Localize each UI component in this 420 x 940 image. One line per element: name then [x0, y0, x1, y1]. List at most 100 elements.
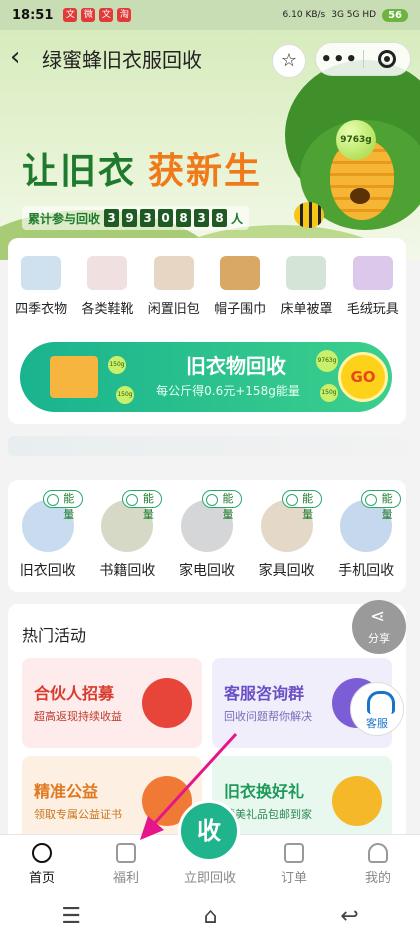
activity-charity[interactable]: 精准公益 领取专属公益证书	[22, 756, 202, 846]
counter-digit: 9	[122, 209, 138, 227]
bedding-icon	[286, 256, 327, 290]
service-clothes-recycle[interactable]: 能量 旧衣回收	[13, 490, 83, 592]
activity-partner-recruit[interactable]: 合伙人招募 超高返现持续收益	[22, 658, 202, 748]
category-item-shoes[interactable]: 各类鞋靴	[75, 256, 139, 317]
slogan-part-1: 让旧衣	[22, 151, 137, 192]
tab-home[interactable]: 首页	[0, 835, 84, 892]
section-title: 热门活动	[22, 626, 87, 645]
share-button[interactable]: 分享	[352, 600, 406, 654]
back-icon[interactable]: ‹	[10, 44, 34, 70]
category-label: 帽子围巾	[214, 302, 267, 317]
activity-title: 旧衣换好礼	[224, 782, 305, 801]
notification-icon: 文	[63, 8, 78, 22]
category-card: 四季衣物 各类鞋靴 闲置旧包 帽子围巾 床单被罩 毛绒玩具 150g 150g …	[8, 238, 406, 424]
energy-dot: 150g	[108, 356, 126, 374]
category-item-bags[interactable]: 闲置旧包	[142, 256, 206, 317]
favorite-star-icon[interactable]: ☆	[272, 44, 306, 78]
gift-icon	[332, 776, 382, 826]
hat-icon	[220, 256, 261, 290]
go-button[interactable]: GO	[338, 352, 388, 402]
service-label: 家电回收	[178, 563, 235, 579]
category-item-hats[interactable]: 帽子围巾	[208, 256, 272, 317]
energy-tag: 能量	[281, 490, 322, 521]
tab-label: 我的	[364, 871, 391, 886]
battery-icon: 56	[382, 8, 408, 22]
energy-bubble[interactable]: 9763g	[336, 120, 376, 160]
notification-icon: 文	[99, 8, 114, 22]
shoes-icon	[87, 256, 128, 290]
service-label: 手机回收	[338, 563, 395, 579]
tab-label: 首页	[28, 871, 55, 886]
category-label: 闲置旧包	[147, 302, 200, 317]
activity-subtitle: 回收问题帮你解决	[224, 710, 312, 723]
banner-title: 旧衣物回收	[186, 354, 286, 378]
recycle-now-button[interactable]: 收	[178, 800, 240, 862]
category-label: 各类鞋靴	[81, 302, 134, 317]
order-icon	[284, 843, 304, 863]
category-list: 四季衣物 各类鞋靴 闲置旧包 帽子围巾 床单被罩 毛绒玩具	[8, 238, 406, 317]
service-appliance-recycle[interactable]: 能量 家电回收	[172, 490, 242, 592]
category-item-clothes[interactable]: 四季衣物	[9, 256, 73, 317]
slogan-part-2: 获新生	[148, 151, 263, 192]
bee-icon	[294, 202, 324, 228]
tab-mine[interactable]: 我的	[336, 835, 420, 892]
user-icon	[368, 843, 388, 863]
notification-icons: 文 微 文 淘	[63, 8, 132, 22]
activity-subtitle: 超高返现持续收益	[34, 710, 122, 723]
energy-tag: 能量	[201, 490, 242, 521]
category-label: 床单被罩	[280, 302, 333, 317]
welfare-icon	[116, 843, 136, 863]
more-icon[interactable]: •••	[316, 49, 363, 70]
service-label: 书籍回收	[99, 563, 156, 579]
service-phone-recycle[interactable]: 能量 手机回收	[331, 490, 402, 592]
navigation-bar: ‹ 绿蜜蜂旧衣服回收 ☆ •••	[0, 30, 420, 86]
signal-icon: 3G 5G HD	[331, 10, 377, 20]
share-label: 分享	[368, 632, 390, 645]
activity-title: 合伙人招募	[34, 684, 115, 703]
service-furniture-recycle[interactable]: 能量 家具回收	[252, 490, 322, 592]
participant-counter: 累计参与回收 3 9 3 0 8 3 8 人	[22, 206, 250, 230]
bag-icon	[153, 256, 194, 290]
home-icon	[32, 843, 52, 863]
counter-unit: 人	[231, 211, 244, 226]
tab-orders[interactable]: 订单	[252, 835, 336, 892]
counter-digit: 3	[140, 209, 156, 227]
status-bar: 18:51 文 微 文 淘 6.10 KB/s 3G 5G HD 56	[0, 0, 420, 30]
category-label: 四季衣物	[15, 302, 68, 317]
target-icon	[377, 50, 396, 68]
energy-tag: 能量	[42, 490, 83, 521]
tab-label: 订单	[280, 871, 307, 886]
activity-title: 客服咨询群	[224, 684, 305, 703]
category-label: 毛绒玩具	[346, 302, 399, 317]
tab-welfare[interactable]: 福利	[84, 835, 168, 892]
counter-digits: 3 9 3 0 8 3 8	[104, 209, 228, 227]
clothes-icon	[21, 256, 62, 290]
net-speed: 6.10 KB/s	[282, 10, 326, 20]
system-navigation-bar: ☰ ⌂ ↩	[0, 892, 420, 940]
banner-subtitle: 每公斤得0.6元+158g能量	[156, 384, 300, 398]
tab-label: 福利	[112, 871, 139, 886]
menu-icon[interactable]: ☰	[61, 904, 81, 929]
back-nav-icon[interactable]: ↩	[340, 904, 358, 929]
service-label: 家具回收	[258, 563, 315, 579]
notification-icon: 淘	[117, 8, 132, 22]
category-item-toys[interactable]: 毛绒玩具	[341, 256, 405, 317]
energy-tag: 能量	[122, 490, 163, 521]
customer-service-label: 客服	[366, 717, 388, 730]
hero-slogan: 让旧衣 获新生	[22, 142, 262, 194]
customer-service-button[interactable]: 客服	[350, 682, 404, 736]
activity-title: 精准公益	[34, 782, 99, 801]
category-item-bedding[interactable]: 床单被罩	[274, 256, 338, 317]
service-book-recycle[interactable]: 能量 书籍回收	[92, 490, 163, 592]
home-nav-icon[interactable]: ⌂	[204, 904, 218, 929]
counter-label: 累计参与回收	[28, 211, 101, 226]
service-label: 旧衣回收	[19, 563, 76, 579]
beehive-hole	[350, 188, 370, 204]
activity-subtitle: 领取专属公益证书	[34, 808, 122, 821]
energy-tag: 能量	[361, 490, 402, 521]
close-miniprogram-button[interactable]	[363, 50, 410, 68]
notification-icon: 微	[81, 8, 96, 22]
page-title: 绿蜜蜂旧衣服回收	[42, 47, 202, 72]
plush-toy-icon	[352, 256, 393, 290]
clothes-recycle-banner[interactable]: 150g 150g 9763g 150g 旧衣物回收 每公斤得0.6元+158g…	[20, 342, 392, 412]
